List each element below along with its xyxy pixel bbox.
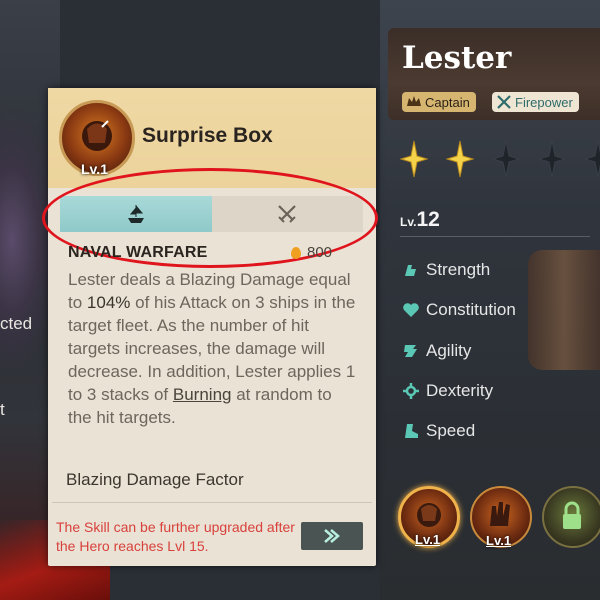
captain-icon xyxy=(407,96,421,106)
upgrade-warning: The Skill can be further upgraded after … xyxy=(56,519,295,554)
skill-slot-1[interactable]: Lv.1 xyxy=(398,486,460,548)
star-filled-icon xyxy=(446,140,474,178)
lock-icon xyxy=(563,501,581,529)
skill-slot-2[interactable]: Lv.1 xyxy=(470,486,532,548)
skill-title: Surprise Box xyxy=(142,124,273,147)
attribute-label: Dexterity xyxy=(426,381,494,400)
skill-cost: 800 xyxy=(291,244,332,261)
hero-name: Lester xyxy=(402,40,512,76)
star-empty-icon xyxy=(538,140,566,178)
divider xyxy=(52,502,372,503)
attribute-strength[interactable]: Strength xyxy=(402,260,490,280)
damage-factor-label: Blazing Damage Factor xyxy=(66,470,244,489)
firepower-tag[interactable]: Firepower xyxy=(492,92,579,112)
attribute-label: Strength xyxy=(426,260,491,279)
attribute-label: Constitution xyxy=(426,300,516,319)
hero-level: Lv.12 xyxy=(400,208,440,232)
crossed-swords-icon xyxy=(497,95,511,109)
star-empty-icon xyxy=(584,140,600,178)
partial-side-text: cted xyxy=(0,314,33,333)
barrel-decoration xyxy=(528,250,600,370)
strength-icon xyxy=(405,265,416,276)
go-upgrade-button[interactable] xyxy=(301,522,363,550)
level-prefix: Lv. xyxy=(400,215,417,229)
cost-drop-icon xyxy=(291,246,301,259)
divider xyxy=(400,236,590,237)
skill-slot-3-locked[interactable] xyxy=(542,486,600,548)
attribute-label: Agility xyxy=(426,341,472,360)
star-rating xyxy=(400,140,600,178)
section-title: NAVAL WARFARE xyxy=(68,244,208,261)
captain-tag[interactable]: Captain xyxy=(402,92,476,112)
skill-level: Lv.1 xyxy=(415,532,441,547)
star-empty-icon xyxy=(492,140,520,178)
attribute-agility[interactable]: Agility xyxy=(402,341,471,361)
burning-link[interactable]: Burning xyxy=(173,385,232,404)
heart-icon xyxy=(403,303,419,317)
star-filled-icon xyxy=(400,140,428,178)
attribute-label: Speed xyxy=(426,421,476,440)
crosshair-icon xyxy=(403,383,419,399)
attribute-dexterity[interactable]: Dexterity xyxy=(402,381,493,401)
boot-icon xyxy=(405,424,418,438)
attribute-speed[interactable]: Speed xyxy=(402,421,475,441)
partial-side-text: t xyxy=(0,400,5,419)
skill-list: Lv.1 Lv.1 xyxy=(398,486,600,548)
level-value: 12 xyxy=(416,208,440,231)
skill-description: Lester deals a Blazing Damage equal to 1… xyxy=(68,268,358,429)
tag-label: Firepower xyxy=(515,94,573,110)
double-arrow-icon xyxy=(324,529,340,543)
tag-label: Captain xyxy=(425,94,470,110)
attribute-constitution[interactable]: Constitution xyxy=(402,300,516,320)
damage-percent: 104% xyxy=(86,293,131,312)
cost-value: 800 xyxy=(307,244,333,261)
skill-level: Lv.1 xyxy=(486,533,512,548)
skill-badge-level: Lv.1 xyxy=(81,161,108,177)
agility-icon xyxy=(404,345,417,357)
